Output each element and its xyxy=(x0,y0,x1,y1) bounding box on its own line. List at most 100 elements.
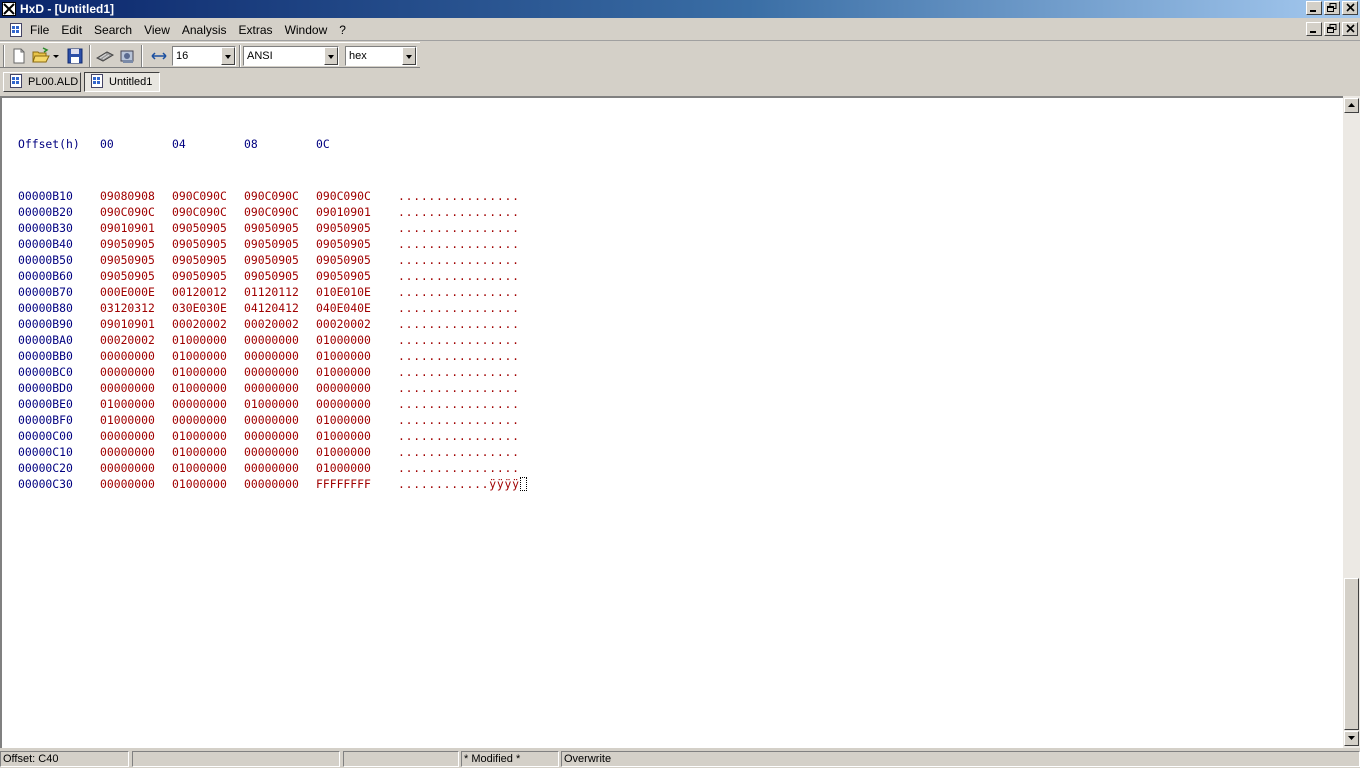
hex-bytes[interactable]: 040E040E xyxy=(316,300,398,316)
hex-bytes[interactable]: 09050905 xyxy=(316,236,398,252)
hex-bytes[interactable]: 09050905 xyxy=(244,268,316,284)
chevron-down-icon[interactable] xyxy=(324,47,338,65)
hex-bytes[interactable]: 00020002 xyxy=(244,316,316,332)
ascii-text[interactable]: ................ xyxy=(398,268,520,284)
hex-bytes[interactable]: 030E030E xyxy=(172,300,244,316)
hex-bytes[interactable]: 00000000 xyxy=(244,332,316,348)
menu-window[interactable]: Window xyxy=(279,19,334,41)
hex-bytes[interactable]: FFFFFFFF xyxy=(316,476,398,492)
hex-bytes[interactable]: 09050905 xyxy=(244,252,316,268)
menu-file[interactable]: File xyxy=(24,19,55,41)
chevron-down-icon[interactable] xyxy=(221,47,235,65)
document-icon[interactable] xyxy=(8,22,24,38)
hex-bytes[interactable]: 09050905 xyxy=(244,220,316,236)
hex-bytes[interactable]: 09050905 xyxy=(172,268,244,284)
hex-bytes[interactable]: 09050905 xyxy=(172,252,244,268)
hex-row[interactable]: 00000BE0 01000000 00000000 01000000 00000000… xyxy=(18,396,527,412)
tab-untitled1[interactable]: Untitled1 xyxy=(84,72,160,92)
hex-bytes[interactable]: 00000000 xyxy=(100,364,172,380)
hex-grid[interactable]: Offset(h) 00 04 08 0C 00000B10 09080908 090C09… xyxy=(18,104,527,524)
restore-icon[interactable] xyxy=(1324,1,1340,15)
hex-bytes[interactable]: 09050905 xyxy=(100,268,172,284)
doc-restore-icon[interactable] xyxy=(1324,22,1340,36)
hex-bytes[interactable]: 09050905 xyxy=(244,236,316,252)
hex-bytes[interactable]: 01000000 xyxy=(100,412,172,428)
hex-bytes[interactable]: 09050905 xyxy=(316,252,398,268)
hex-bytes[interactable]: 01000000 xyxy=(316,444,398,460)
hex-bytes[interactable]: 00000000 xyxy=(316,396,398,412)
menu-edit[interactable]: Edit xyxy=(55,19,88,41)
hex-bytes[interactable]: 03120312 xyxy=(100,300,172,316)
hex-row[interactable]: 00000BF0 01000000 00000000 00000000 01000000… xyxy=(18,412,527,428)
hex-bytes[interactable]: 090C090C xyxy=(244,204,316,220)
hex-bytes[interactable]: 01000000 xyxy=(100,396,172,412)
hxd-app-icon[interactable] xyxy=(2,2,16,16)
hex-row[interactable]: 00000C20 00000000 01000000 00000000 01000000… xyxy=(18,460,527,476)
hex-bytes[interactable]: 09010901 xyxy=(316,204,398,220)
hex-bytes[interactable]: 01000000 xyxy=(172,380,244,396)
hex-bytes[interactable]: 01000000 xyxy=(172,364,244,380)
hex-row[interactable]: 00000C30 00000000 01000000 00000000 FFFFFFFF… xyxy=(18,476,527,492)
hex-bytes[interactable]: 00120012 xyxy=(172,284,244,300)
hex-bytes[interactable]: 09050905 xyxy=(100,236,172,252)
hex-bytes[interactable]: 09050905 xyxy=(316,268,398,284)
hex-bytes[interactable]: 01000000 xyxy=(316,348,398,364)
doc-minimize-icon[interactable] xyxy=(1306,22,1322,36)
hex-bytes[interactable]: 09050905 xyxy=(100,252,172,268)
toolbar-grip[interactable] xyxy=(3,45,5,67)
ascii-text[interactable]: ................ xyxy=(398,204,520,220)
ascii-text[interactable]: ................ xyxy=(398,460,520,476)
hex-bytes[interactable]: 00000000 xyxy=(316,380,398,396)
ascii-text[interactable]: ................ xyxy=(398,396,520,412)
hex-bytes[interactable]: 00020002 xyxy=(100,332,172,348)
menu-extras[interactable]: Extras xyxy=(233,19,279,41)
hex-bytes[interactable]: 090C090C xyxy=(172,188,244,204)
hex-rows[interactable]: 00000B10 09080908 090C090C 090C090C 090C090C… xyxy=(18,188,527,492)
ram-icon[interactable] xyxy=(95,46,115,66)
hex-bytes[interactable]: 00000000 xyxy=(244,476,316,492)
hex-bytes[interactable]: 00020002 xyxy=(172,316,244,332)
vertical-scrollbar[interactable] xyxy=(1343,96,1360,748)
hex-bytes[interactable]: 01000000 xyxy=(172,460,244,476)
menu-help[interactable]: ? xyxy=(333,19,352,41)
hex-bytes[interactable]: 00000000 xyxy=(244,444,316,460)
hex-bytes[interactable]: 01000000 xyxy=(172,332,244,348)
hex-bytes[interactable]: 00000000 xyxy=(172,412,244,428)
hex-row[interactable]: 00000B70 000E000E 00120012 01120112 010E010E… xyxy=(18,284,527,300)
disk-icon[interactable] xyxy=(117,46,137,66)
ascii-text[interactable]: ................ xyxy=(398,220,520,236)
hex-bytes[interactable]: 00000000 xyxy=(100,444,172,460)
ascii-text[interactable]: ................ xyxy=(398,348,520,364)
scroll-thumb[interactable] xyxy=(1344,578,1359,730)
ascii-text[interactable]: ................ xyxy=(398,380,520,396)
hex-bytes[interactable]: 010E010E xyxy=(316,284,398,300)
hex-bytes[interactable]: 09080908 xyxy=(100,188,172,204)
offset-base-select[interactable]: hex xyxy=(345,46,417,66)
ascii-text[interactable]: ................ xyxy=(398,188,520,204)
hex-bytes[interactable]: 09050905 xyxy=(172,236,244,252)
hex-bytes[interactable]: 00000000 xyxy=(172,396,244,412)
hex-bytes[interactable]: 01000000 xyxy=(316,364,398,380)
hex-bytes[interactable]: 04120412 xyxy=(244,300,316,316)
hex-row[interactable]: 00000BC0 00000000 01000000 00000000 01000000… xyxy=(18,364,527,380)
hex-bytes[interactable]: 01000000 xyxy=(172,476,244,492)
menu-search[interactable]: Search xyxy=(88,19,138,41)
hex-row[interactable]: 00000BB0 00000000 01000000 00000000 01000000… xyxy=(18,348,527,364)
hex-bytes[interactable]: 00000000 xyxy=(244,428,316,444)
hex-bytes[interactable]: 090C090C xyxy=(244,188,316,204)
hex-bytes[interactable]: 01000000 xyxy=(316,460,398,476)
menu-view[interactable]: View xyxy=(138,19,176,41)
hex-row[interactable]: 00000B40 09050905 09050905 09050905 09050905… xyxy=(18,236,527,252)
hex-bytes[interactable]: 00000000 xyxy=(100,460,172,476)
hex-bytes[interactable]: 01000000 xyxy=(316,332,398,348)
hex-bytes[interactable]: 09050905 xyxy=(172,220,244,236)
save-icon[interactable] xyxy=(65,46,85,66)
title-bar[interactable]: HxD - [Untitled1] xyxy=(0,0,1360,18)
bytes-per-row-select[interactable]: 16 xyxy=(172,46,236,66)
hex-editor[interactable]: Offset(h) 00 04 08 0C 00000B10 09080908 090C09… xyxy=(0,96,1360,748)
open-dropdown-icon[interactable] xyxy=(51,46,61,66)
ascii-text[interactable]: ................ xyxy=(398,284,520,300)
chevron-down-icon[interactable] xyxy=(402,47,416,65)
hex-bytes[interactable]: 01000000 xyxy=(244,396,316,412)
hex-bytes[interactable]: 00000000 xyxy=(100,476,172,492)
